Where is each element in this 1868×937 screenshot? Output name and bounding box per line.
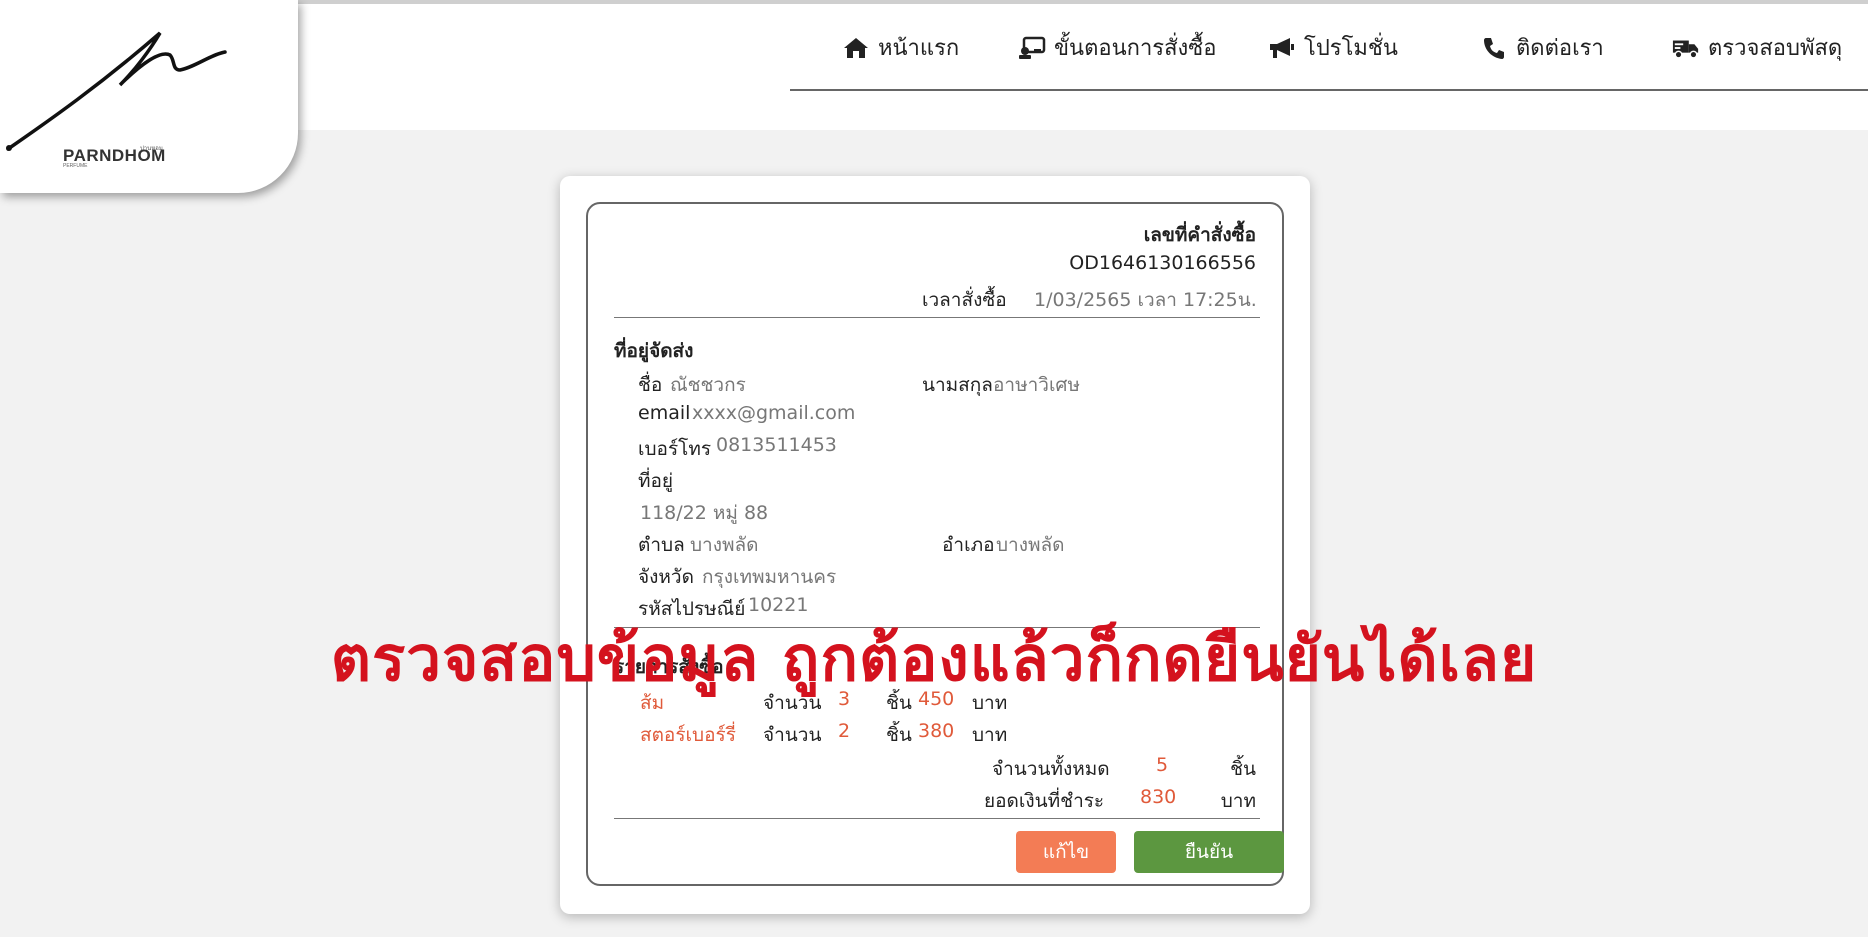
brand-sub-top: ปานหอม [140, 146, 163, 152]
nav-label: ขั้นตอนการสั่งซื้อ [1054, 36, 1217, 61]
subdistrict: บางพลัด [690, 534, 759, 556]
total-amount-unit: บาท [1220, 790, 1256, 812]
order-number: OD1646130166556 [1069, 252, 1256, 274]
piece-unit: ชิ้น [886, 724, 912, 746]
order-time-label: เวลาสั่งซื้อ [922, 289, 1007, 311]
district-label: อำเภอ [942, 534, 995, 556]
last-name: อาษาวิเศษ [993, 374, 1081, 396]
item-price: 380 [918, 720, 955, 742]
main-nav: หน้าแรก ขั้นตอนการสั่งซื้อ โปรโมชั่น ติด… [790, 0, 1868, 91]
email: xxxx@gmail.com [692, 402, 856, 424]
total-qty-label: จำนวนทั้งหมด [992, 758, 1110, 780]
last-name-label: นามสกุล [922, 374, 993, 396]
province-label: จังหวัด [638, 566, 694, 588]
shipping-title: ที่อยู่จัดส่ง [614, 340, 694, 362]
order-time: 1/03/2565 เวลา 17:25น. [1034, 289, 1257, 311]
order-steps-icon [1018, 34, 1046, 62]
nav-label: หน้าแรก [878, 36, 960, 61]
item-qty: 2 [838, 720, 851, 742]
megaphone-icon [1268, 34, 1296, 62]
nav-label: ตรวจสอบพัสดุ [1708, 36, 1843, 61]
instruction-overlay-text: ตรวจสอบข้อมูล ถูกต้องแล้วก็กดยืนยันได้เล… [330, 622, 1538, 695]
address-label: ที่อยู่ [638, 470, 674, 492]
nav-label: โปรโมชั่น [1304, 36, 1398, 61]
home-icon [842, 34, 870, 62]
truck-icon [1672, 34, 1700, 62]
divider [614, 818, 1260, 819]
signature-logo-icon [6, 31, 227, 151]
nav-item-track[interactable]: ตรวจสอบพัสดุ [1672, 30, 1842, 65]
order-summary-card: เลขที่คำสั่งซื้อ OD1646130166556 เวลาสั่… [560, 176, 1310, 914]
address: 118/22 หมู่ 88 [640, 502, 769, 524]
order-number-label: เลขที่คำสั่งซื้อ [1143, 224, 1256, 246]
email-label: email [638, 402, 691, 424]
total-qty: 5 [1156, 754, 1169, 776]
district: บางพลัด [996, 534, 1065, 556]
nav-item-contact[interactable]: ติดต่อเรา [1480, 30, 1604, 65]
order-summary-frame: เลขที่คำสั่งซื้อ OD1646130166556 เวลาสั่… [586, 202, 1284, 886]
logo[interactable]: PARNDHOM ปานหอม PERFUME [0, 0, 298, 193]
baht-unit: บาท [972, 724, 1008, 746]
confirm-button[interactable]: ยืนยัน [1134, 831, 1284, 873]
province: กรุงเทพมหานคร [702, 566, 837, 588]
total-amount-label: ยอดเงินที่ชำระ [984, 790, 1105, 812]
phone: 0813511453 [716, 434, 837, 456]
phone-label: เบอร์โทร [638, 438, 712, 460]
nav-item-order-steps[interactable]: ขั้นตอนการสั่งซื้อ [1018, 30, 1216, 65]
qty-label: จำนวน [763, 724, 822, 746]
nav-label: ติดต่อเรา [1516, 36, 1604, 61]
first-name-label: ชื่อ [638, 374, 663, 396]
brand-sub-bottom: PERFUME [63, 163, 88, 169]
nav-item-home[interactable]: หน้าแรก [842, 30, 959, 65]
phone-icon [1480, 34, 1508, 62]
total-qty-unit: ชิ้น [1230, 758, 1256, 780]
total-amount: 830 [1140, 786, 1177, 808]
subdistrict-label: ตำบล [638, 534, 685, 556]
nav-item-promotion[interactable]: โปรโมชั่น [1268, 30, 1398, 65]
first-name: ณัชชวกร [670, 374, 746, 396]
edit-button[interactable]: แก้ไข [1016, 831, 1116, 873]
divider [614, 317, 1260, 318]
item-name: สตอร์เบอร์รี่ [640, 724, 736, 746]
